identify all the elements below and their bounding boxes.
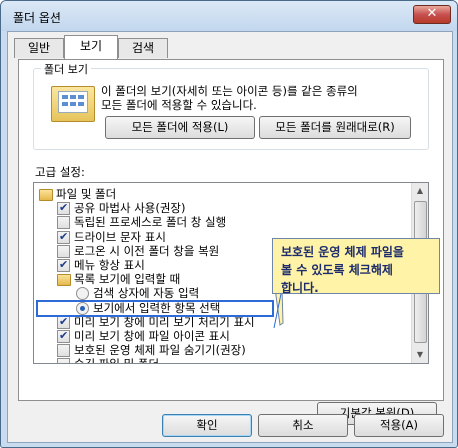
tab-view[interactable]: 보기 (64, 35, 118, 59)
callout-line3: 합니다. (281, 281, 319, 295)
instruction-callout: 보호된 운영 체제 파일을 볼 수 있도록 체크해제 합니다. (272, 238, 440, 295)
callout-pointer (273, 279, 284, 329)
callout-line1: 보호된 운영 체제 파일을 (281, 245, 404, 259)
callout-line2: 볼 수 있도록 체크해제 (281, 263, 393, 277)
